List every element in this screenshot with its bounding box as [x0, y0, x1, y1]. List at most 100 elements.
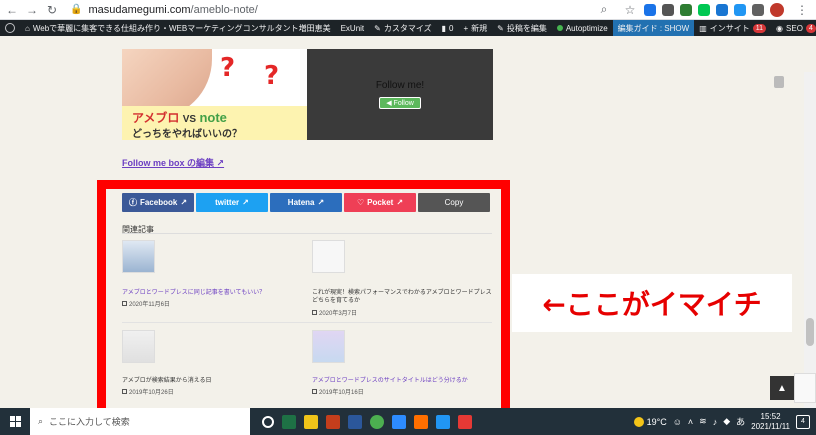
browser-toolbar: ← → ↻ 🔒 masudamegumi.com/ameblo-note/ ⌕ … — [0, 0, 816, 20]
zoom-icon[interactable] — [392, 414, 406, 429]
scrollbar-thumb[interactable] — [806, 318, 814, 346]
pencil-icon: ✎ — [497, 23, 504, 33]
eyedropper-extension-icon[interactable] — [662, 3, 674, 16]
messenger-icon[interactable] — [436, 414, 450, 429]
insight-badge: 11 — [752, 23, 767, 33]
edit-post-label: 投稿を編集 — [506, 23, 547, 33]
taskbar-apps — [262, 414, 472, 429]
people-icon[interactable]: ☺ — [673, 417, 682, 427]
account-icon[interactable] — [774, 76, 784, 88]
brush-icon: ✎ — [374, 23, 381, 33]
task-view-icon[interactable] — [262, 415, 274, 428]
page-scrollbar[interactable] — [804, 72, 816, 408]
seo-icon: ◉ — [776, 23, 784, 33]
follow-me-title-text: Follow me! — [375, 80, 425, 91]
question-mark-1: ? — [220, 53, 236, 83]
notification-center[interactable]: 4 — [796, 414, 810, 429]
drive-extension-icon[interactable] — [644, 3, 656, 16]
annotation-callout: ←ここがイマイチ — [512, 274, 792, 332]
windows-taskbar: ⌕ ここに入力して検索 19°C ☺ ˄ ≋ ♪ ◆ あ 15:52 2021/11… — [0, 408, 816, 435]
bookmark-star-icon[interactable]: ☆ — [622, 2, 638, 18]
search-icon: ⌕ — [38, 416, 44, 426]
customize-item[interactable]: ✎ カスタマイズ — [369, 20, 436, 36]
ime-indicator[interactable]: あ — [736, 415, 745, 428]
site-name-item[interactable]: ⌂ Webで華麗に集客できる仕組み作り・WEBマーケティングコンサルタント増田恵美 — [20, 20, 336, 36]
powerpoint-icon[interactable] — [326, 414, 340, 429]
word-icon[interactable] — [348, 414, 362, 429]
autoptimize-item[interactable]: Autoptimize — [552, 20, 613, 36]
edit-post-item[interactable]: ✎ 投稿を編集 — [492, 20, 552, 36]
clock[interactable]: 15:52 2021/11/11 — [751, 412, 790, 432]
plus-extension-icon[interactable] — [698, 3, 710, 16]
profile-avatar[interactable] — [770, 2, 784, 17]
windows-icon — [9, 416, 21, 427]
follow-me-title: Follow me! — [376, 80, 424, 91]
seo-item[interactable]: ◉ SEO 4 — [771, 20, 816, 36]
guide-label: 編集ガイド : SHOW — [617, 23, 690, 33]
extensions-icon[interactable] — [752, 3, 764, 16]
wifi-icon[interactable]: ≋ — [699, 416, 707, 427]
highlight-box — [97, 180, 510, 408]
xmind-icon[interactable] — [458, 414, 472, 429]
insight-item[interactable]: ▥ インサイト 11 — [694, 20, 771, 36]
back-arrow-icon[interactable]: ← — [4, 2, 20, 18]
note-text: note — [199, 110, 227, 125]
new-item[interactable]: + 新規 — [458, 20, 492, 36]
guide-item[interactable]: 編集ガイド : SHOW — [612, 20, 695, 36]
follow-me-edit-link[interactable]: Follow me box の編集 ↗ — [122, 156, 224, 169]
back-to-top-button[interactable]: ▲ — [770, 376, 794, 400]
file-explorer-icon[interactable] — [304, 414, 318, 429]
forward-arrow-icon[interactable]: → — [24, 2, 40, 18]
taskbar-search[interactable]: ⌕ ここに入力して検索 — [30, 408, 250, 435]
eyecatch-question: どっちをやればいいの？ — [132, 129, 242, 140]
external-link-icon: ↗ — [216, 158, 225, 168]
taskbar-search-placeholder: ここに入力して検索 — [49, 417, 130, 427]
dropbox-icon[interactable]: ◆ — [723, 416, 730, 427]
seo-label: SEO — [786, 23, 803, 33]
app-icon[interactable] — [414, 414, 428, 429]
chart-icon: ▥ — [699, 23, 707, 33]
status-dot-icon — [556, 25, 563, 31]
question-mark-2: ? — [264, 61, 280, 91]
recaptcha-badge — [794, 373, 816, 403]
wordpress-icon — [5, 23, 15, 33]
url-host: masudamegumi.com — [88, 3, 191, 16]
puzzle-extension-icon[interactable] — [734, 3, 746, 16]
clock-time: 15:52 — [760, 411, 781, 421]
chrome-icon[interactable] — [370, 414, 384, 429]
feedly-icon: ◀ — [386, 100, 394, 107]
page-content: ? ? アメブロ VS note どっちをやればいいの？ Follow me! … — [0, 36, 816, 408]
comments-item[interactable]: ▮ 0 — [437, 20, 459, 36]
temperature: 19°C — [646, 416, 667, 427]
lock-icon: 🔒 — [70, 4, 83, 15]
green-extension-icon[interactable] — [680, 3, 692, 16]
plus-icon: + — [463, 23, 469, 33]
clock-date: 2021/11/11 — [751, 421, 790, 431]
chevron-up-icon[interactable]: ˄ — [688, 417, 693, 427]
address-bar[interactable]: 🔒 masudamegumi.com/ameblo-note/ — [70, 4, 592, 16]
blue-extension-icon[interactable] — [716, 3, 728, 16]
home-icon: ⌂ — [25, 23, 30, 33]
weather-widget[interactable]: 19°C — [633, 416, 667, 427]
reload-icon[interactable]: ↻ — [44, 2, 60, 18]
follow-me-box: Follow me! ◀ Follow — [307, 49, 493, 140]
comments-count: 0 — [449, 23, 454, 33]
eyecatch-headline: アメブロ VS note — [132, 109, 227, 126]
excel-icon[interactable] — [282, 414, 296, 429]
eyecatch-image: ? ? アメブロ VS note どっちをやればいいの？ — [122, 49, 307, 140]
start-button[interactable] — [0, 408, 30, 435]
follow-button[interactable]: ◀ Follow — [379, 97, 421, 109]
menu-kebab-icon[interactable]: ⋮ — [794, 2, 810, 18]
zoom-icon[interactable]: ⌕ — [596, 2, 612, 18]
exunit-item[interactable]: ExUnit — [336, 20, 370, 36]
seo-badge: 4 — [805, 23, 816, 33]
system-tray: 19°C ☺ ˄ ≋ ♪ ◆ あ 15:52 2021/11/11 4 — [633, 412, 816, 432]
comment-icon: ▮ — [441, 23, 447, 33]
wp-admin-bar: ⌂ Webで華麗に集客できる仕組み作り・WEBマーケティングコンサルタント増田恵美… — [0, 20, 816, 36]
insight-label: インサイト — [709, 23, 750, 33]
notification-count: 4 — [801, 418, 805, 425]
exunit-label: ExUnit — [340, 23, 365, 33]
sun-icon — [633, 416, 644, 427]
wp-logo-item[interactable] — [0, 20, 20, 36]
speaker-icon[interactable]: ♪ — [713, 417, 718, 427]
